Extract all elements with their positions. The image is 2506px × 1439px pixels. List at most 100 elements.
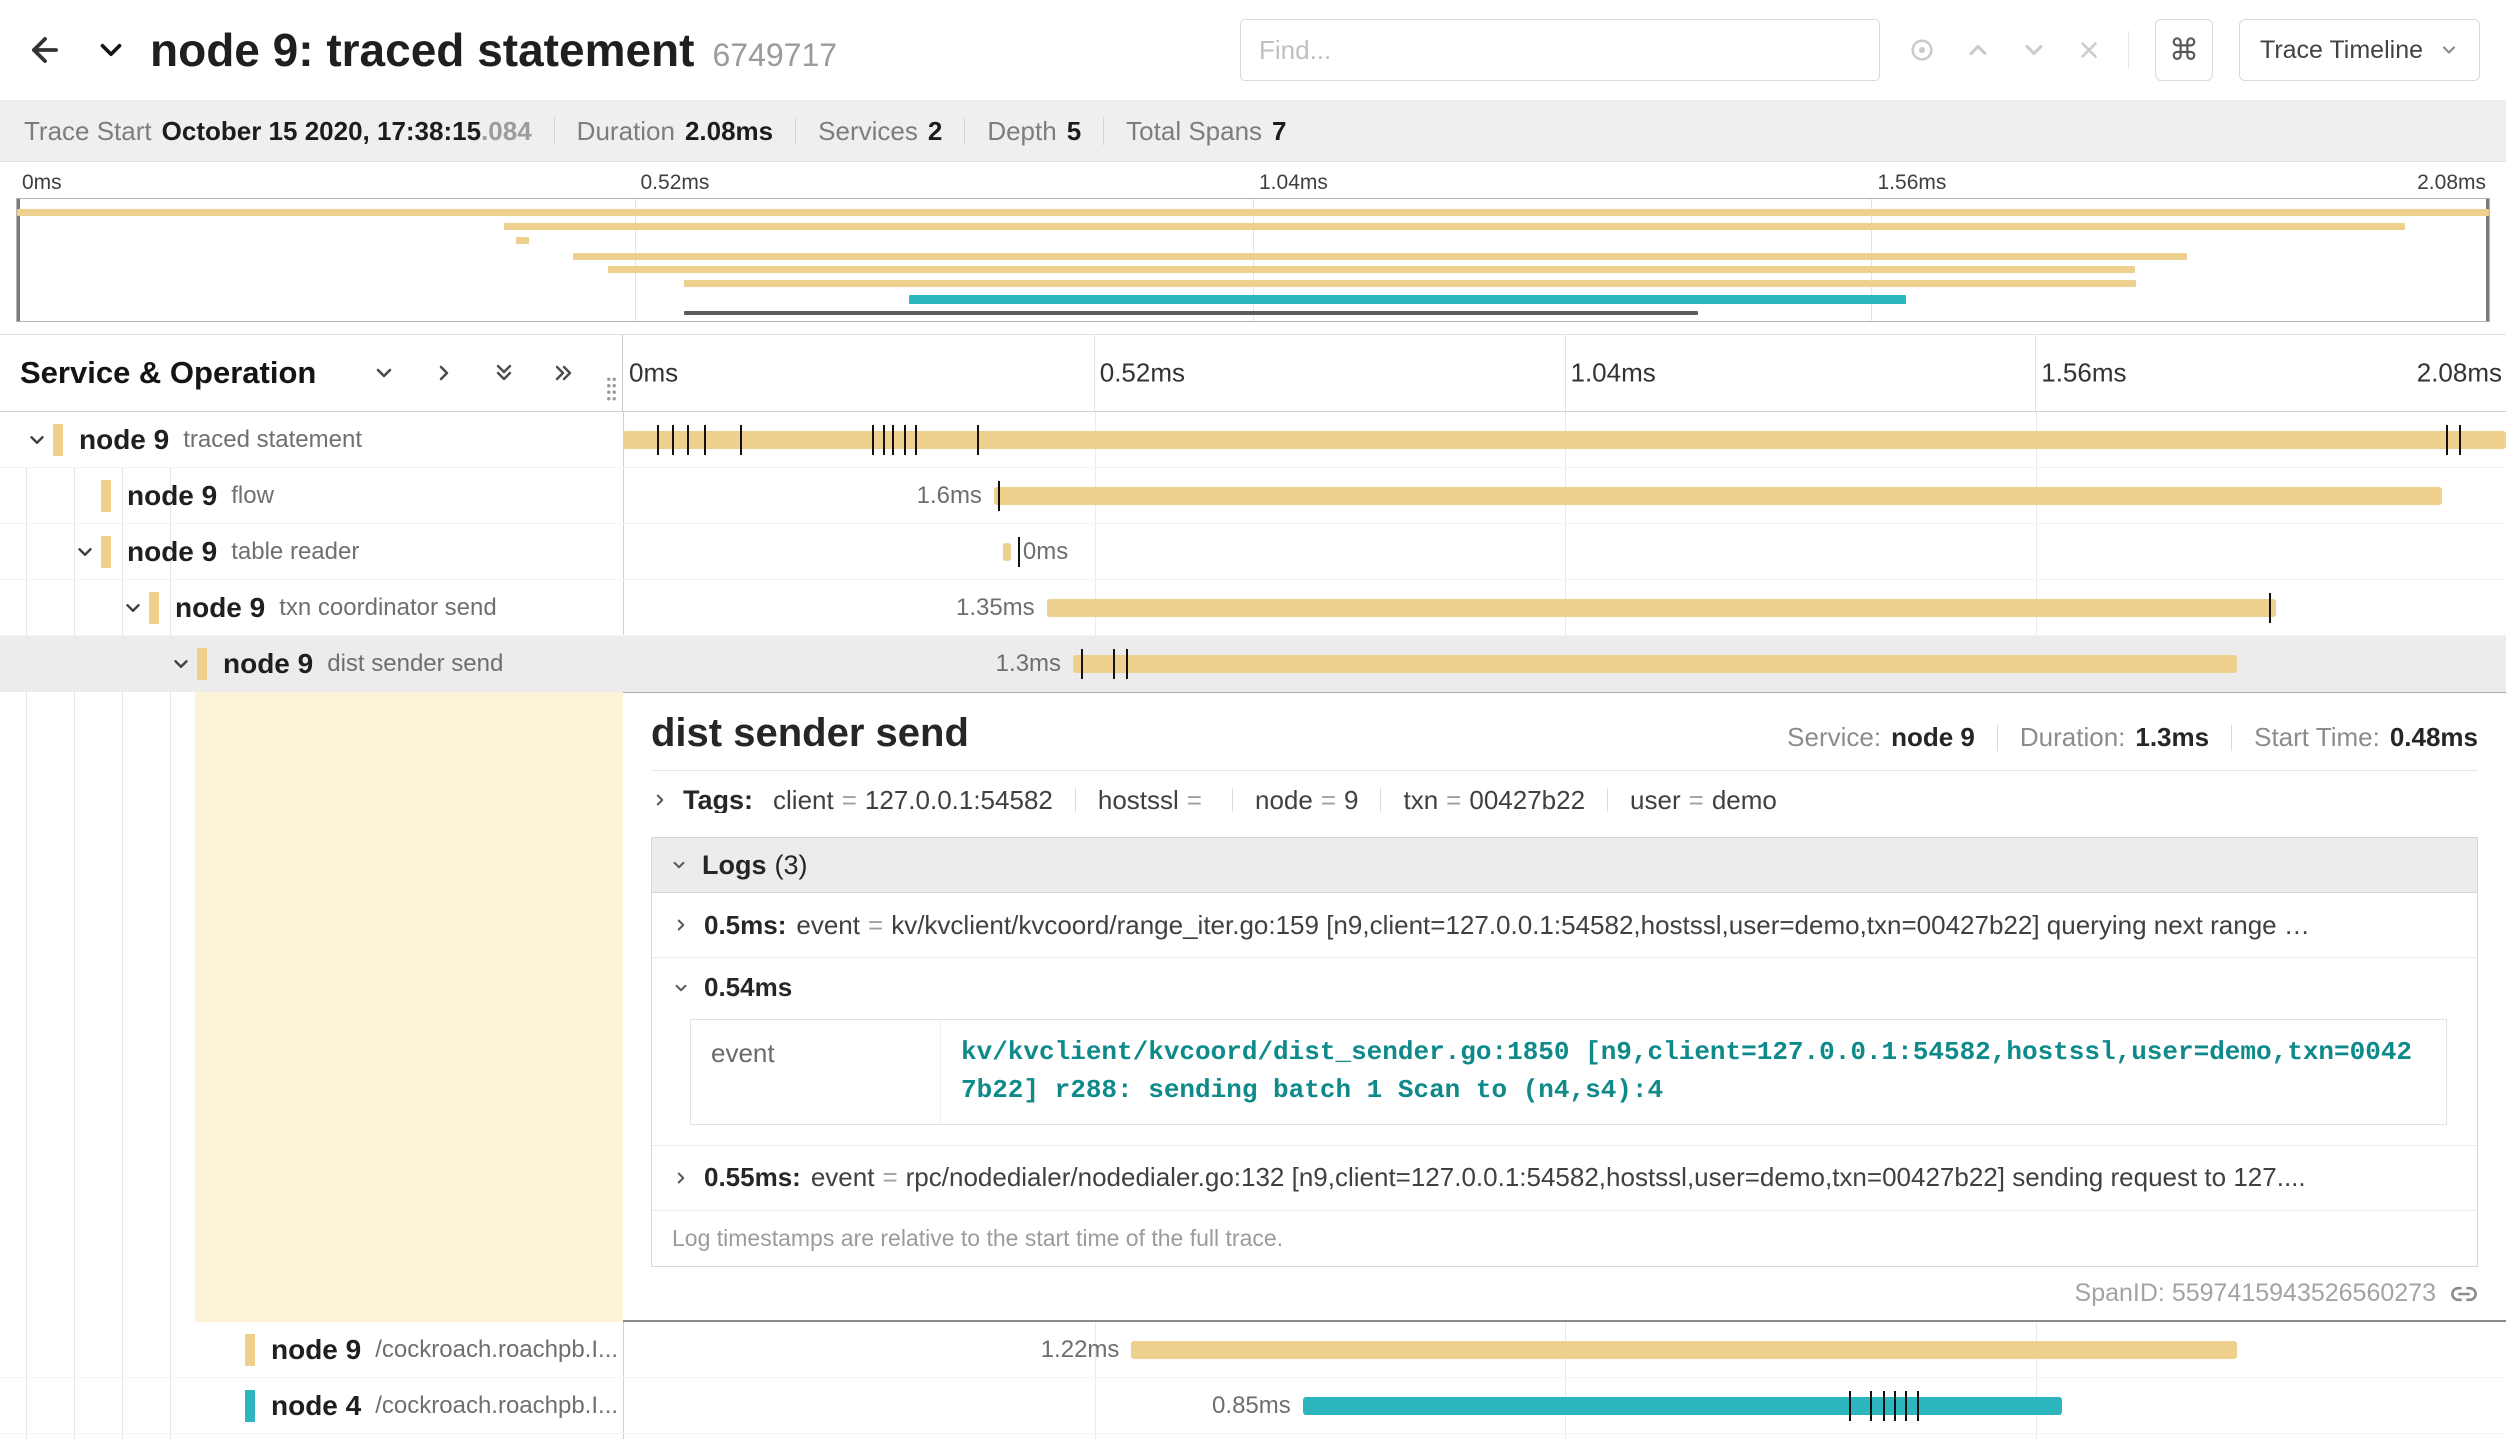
operation-name: traced statement bbox=[183, 426, 362, 454]
trace-summary-bar: Trace Start October 15 2020, 17:38:15 .0… bbox=[0, 101, 2506, 162]
tags-accordion[interactable]: Tags: client=127.0.0.1:54582 hostssl= no… bbox=[651, 787, 2478, 813]
trace-start-value: October 15 2020, 17:38:15 bbox=[162, 116, 481, 147]
service-color-chip bbox=[245, 1334, 255, 1366]
span-event-tick bbox=[977, 425, 979, 455]
duration-label: Duration bbox=[577, 116, 675, 147]
span-bar-lane[interactable]: 1.35ms bbox=[623, 580, 2506, 635]
collapse-children-icon[interactable] bbox=[122, 597, 144, 619]
span-row[interactable]: node 9 txn coordinator send 1.35ms bbox=[0, 580, 2506, 636]
span-bar[interactable] bbox=[1303, 1397, 2062, 1415]
span-row-selected[interactable]: node 9 dist sender send 1.3ms bbox=[0, 636, 2506, 692]
span-id-value: 5597415943526560273 bbox=[2172, 1279, 2436, 1308]
span-event-tick bbox=[915, 425, 917, 455]
clear-search-icon[interactable] bbox=[2076, 37, 2102, 63]
span-event-tick bbox=[892, 425, 894, 455]
span-duration-label: 1.3ms bbox=[623, 650, 1061, 678]
span-name-cell[interactable]: node 9 flow bbox=[0, 468, 623, 523]
collapse-one-icon[interactable] bbox=[372, 361, 396, 385]
duration-meta-label: Duration: bbox=[2020, 722, 2126, 753]
span-detail-row: dist sender send Service: node 9 Duratio… bbox=[0, 692, 2506, 1322]
axis-tick-label: 0.52ms bbox=[1100, 358, 1185, 389]
prev-match-icon[interactable] bbox=[1964, 36, 1992, 64]
deep-link-icon[interactable] bbox=[2450, 1279, 2478, 1308]
span-bar[interactable] bbox=[1047, 599, 2277, 617]
log-entry-header[interactable]: 0.54ms bbox=[672, 972, 2457, 1003]
span-event-tick bbox=[1018, 537, 1020, 567]
next-match-icon[interactable] bbox=[2020, 36, 2048, 64]
duration-meta-value: 1.3ms bbox=[2135, 722, 2209, 753]
collapse-children-icon[interactable] bbox=[26, 429, 48, 451]
services-label: Services bbox=[818, 116, 918, 147]
operation-name: /cockroach.roachpb.I... bbox=[375, 1336, 618, 1364]
span-duration-label: 1.6ms bbox=[623, 482, 982, 510]
log-entry-expanded: 0.54ms event kv/kvclient/kvcoord/dist_se… bbox=[652, 958, 2477, 1145]
minimap-span-bar bbox=[608, 266, 2136, 273]
keyboard-shortcuts-button[interactable]: ⌘ bbox=[2155, 19, 2213, 81]
span-rows: node 9 traced statement node 9 flow 1.6m… bbox=[0, 412, 2506, 1439]
trace-view-select[interactable]: Trace Timeline bbox=[2239, 19, 2480, 81]
span-bar[interactable] bbox=[1131, 1341, 2236, 1359]
service-meta-label: Service: bbox=[1787, 722, 1881, 753]
span-row[interactable]: node 9 traced statement bbox=[0, 412, 2506, 468]
span-event-tick bbox=[904, 425, 906, 455]
minimap-span-bar bbox=[573, 253, 2187, 260]
span-bar-lane[interactable]: 0ms bbox=[623, 524, 2506, 579]
minimap-overlay-bar bbox=[684, 311, 1698, 315]
minimap-span-bar bbox=[684, 280, 2135, 287]
collapse-all-icon[interactable] bbox=[492, 361, 516, 385]
axis-tick-label: 0ms bbox=[22, 171, 62, 195]
service-name: node 9 bbox=[127, 480, 217, 512]
log-entry[interactable]: 0.55ms: event=rpc/nodedialer/nodedialer.… bbox=[652, 1146, 2477, 1211]
logs-accordion-header[interactable]: Logs (3) bbox=[652, 838, 2477, 893]
start-time-meta-label: Start Time: bbox=[2254, 722, 2380, 753]
log-entry[interactable]: 0.5ms: event=kv/kvclient/kvcoord/range_i… bbox=[652, 893, 2477, 958]
span-bar[interactable] bbox=[994, 487, 2442, 505]
operation-name: flow bbox=[231, 482, 274, 510]
span-row[interactable]: node 9 table reader 0ms bbox=[0, 524, 2506, 580]
expand-all-icon[interactable] bbox=[552, 361, 576, 385]
span-bar[interactable] bbox=[1073, 655, 2237, 673]
span-row[interactable]: node 4 /cockroach.roachpb.I... 0.85ms bbox=[0, 1378, 2506, 1434]
collapse-children-icon[interactable] bbox=[74, 541, 96, 563]
span-bar-lane[interactable]: 1.3ms bbox=[623, 636, 2506, 691]
span-event-tick bbox=[657, 425, 659, 455]
timeline-axis: 0ms0.52ms1.04ms1.56ms2.08ms bbox=[623, 335, 2506, 411]
chevron-down-icon bbox=[672, 979, 690, 997]
span-bar[interactable] bbox=[1003, 543, 1011, 561]
expand-one-icon[interactable] bbox=[432, 361, 456, 385]
span-bar-lane[interactable] bbox=[623, 412, 2506, 467]
services-value: 2 bbox=[928, 116, 942, 147]
locate-span-icon[interactable] bbox=[1908, 36, 1936, 64]
top-bar: node 9: traced statement 6749717 ⌘ Trace… bbox=[0, 0, 2506, 101]
find-input[interactable] bbox=[1240, 19, 1880, 81]
collapse-children-icon[interactable] bbox=[170, 653, 192, 675]
span-event-tick bbox=[1894, 1391, 1896, 1421]
minimap-canvas[interactable] bbox=[16, 198, 2490, 322]
back-button[interactable] bbox=[26, 31, 64, 69]
minimap-scrubber-left[interactable] bbox=[17, 199, 20, 321]
span-bar-lane[interactable]: 1.22ms bbox=[623, 1322, 2506, 1377]
span-name-cell[interactable]: node 9 table reader bbox=[0, 524, 623, 579]
span-name-cell[interactable]: node 4 /cockroach.roachpb.I... bbox=[0, 1378, 623, 1433]
span-name-cell[interactable]: node 9 traced statement bbox=[0, 412, 623, 467]
span-event-tick bbox=[872, 425, 874, 455]
span-row[interactable]: node 9 flow 1.6ms bbox=[0, 468, 2506, 524]
column-resize-grip[interactable] bbox=[605, 375, 618, 403]
minimap-scrubber-right[interactable] bbox=[2486, 199, 2489, 321]
axis-tick-label: 1.56ms bbox=[2041, 358, 2126, 389]
span-row[interactable]: node 9 /cockroach.roachpb.I... 1.22ms bbox=[0, 1322, 2506, 1378]
span-detail-indent bbox=[0, 692, 623, 1322]
service-meta-value: node 9 bbox=[1891, 722, 1975, 753]
span-name-cell[interactable]: node 9 txn coordinator send bbox=[0, 580, 623, 635]
span-id-label: SpanID: bbox=[2075, 1279, 2165, 1308]
minimap-span-bar bbox=[17, 209, 2489, 216]
span-event-tick bbox=[1905, 1391, 1907, 1421]
span-bar-lane[interactable]: 1.6ms bbox=[623, 468, 2506, 523]
span-name-cell[interactable]: node 9 dist sender send bbox=[0, 636, 623, 691]
span-event-tick bbox=[1113, 649, 1115, 679]
span-bar-lane[interactable]: 0.85ms bbox=[623, 1378, 2506, 1433]
span-duration-label: 0ms bbox=[1023, 538, 1068, 566]
span-name-cell[interactable]: node 9 /cockroach.roachpb.I... bbox=[0, 1322, 623, 1377]
timeline-header: Service & Operation 0ms0.52ms1.04ms1.56m… bbox=[0, 334, 2506, 412]
collapse-trace-header-icon[interactable] bbox=[94, 33, 128, 67]
